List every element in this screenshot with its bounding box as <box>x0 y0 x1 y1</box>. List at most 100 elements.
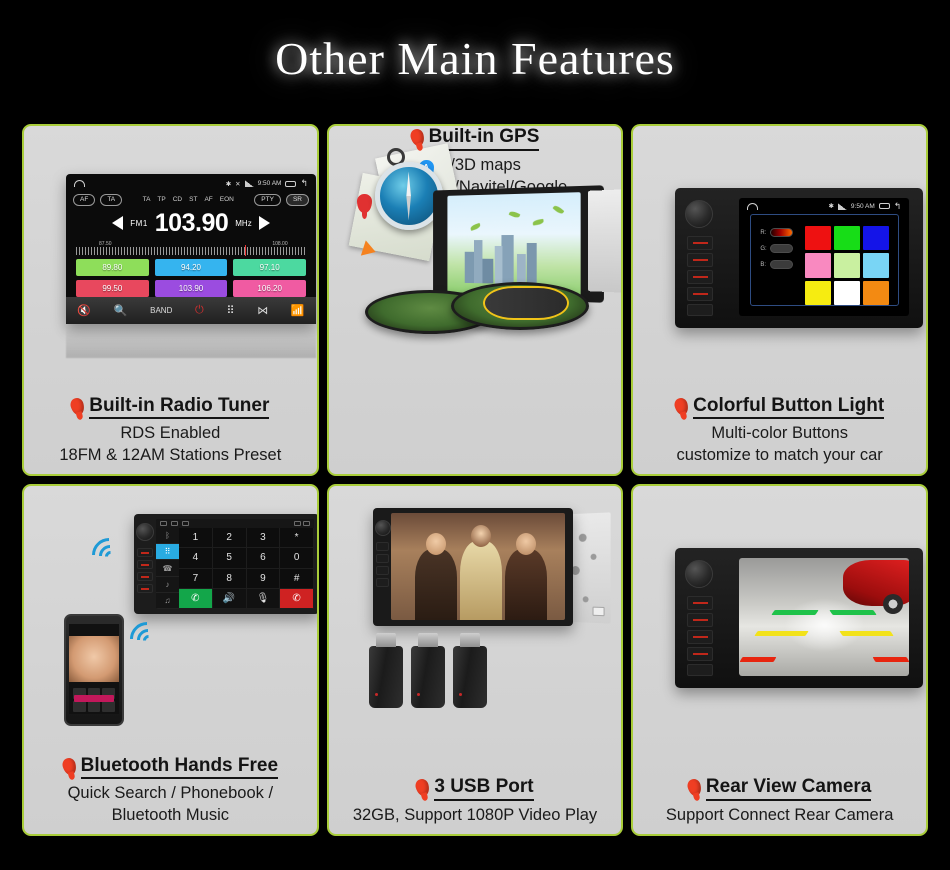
mute-icon[interactable]: 🔇 <box>77 304 91 317</box>
dial-key[interactable]: # <box>280 568 314 589</box>
dial-key[interactable]: 7 <box>179 568 213 589</box>
preset-button[interactable]: 89.80 <box>76 258 149 276</box>
equalizer-icon[interactable]: 📶 <box>291 304 305 317</box>
color-swatch[interactable] <box>834 253 861 278</box>
volume-knob[interactable] <box>136 523 154 541</box>
call-icon[interactable]: ✆ <box>179 588 213 609</box>
feature-card-button-light[interactable]: ✱ 9:50 AM ↰ R: G: B: Colorful Button Lig… <box>631 124 928 476</box>
side-button[interactable] <box>687 270 714 284</box>
phonebook-icon[interactable]: ☎ <box>156 560 179 577</box>
side-button[interactable] <box>687 664 714 676</box>
side-button[interactable] <box>137 584 153 593</box>
recent-apps-icon[interactable] <box>285 180 297 187</box>
guide-line-red-right <box>872 657 910 663</box>
usb-connector <box>375 633 396 647</box>
preset-button[interactable]: 103.90 <box>154 279 228 297</box>
bluetooth-icon[interactable]: ᛒ <box>156 528 179 545</box>
sr-button[interactable]: SR <box>285 194 309 206</box>
frequency-value: 103.90 <box>154 208 229 237</box>
preset-button[interactable]: 106.20 <box>233 279 306 297</box>
side-button[interactable] <box>687 647 714 661</box>
color-swatch[interactable] <box>805 226 832 251</box>
hangup-icon[interactable]: ✆ <box>280 588 314 609</box>
history-icon[interactable]: ♪ <box>156 577 179 593</box>
feature-card-bluetooth[interactable]: ᛒ ⠿ ☎ ♪ ♫ 1 2 3 * 4 5 6 0 7 8 9 # ✆ 🔊 🎙 … <box>22 484 319 836</box>
volume-knob[interactable] <box>374 520 391 536</box>
side-button[interactable] <box>687 236 714 250</box>
side-button[interactable] <box>687 613 714 627</box>
color-swatch[interactable] <box>863 226 890 251</box>
dial-key[interactable]: 8 <box>212 568 247 589</box>
tune-up-icon[interactable] <box>258 216 270 230</box>
music-icon[interactable]: ♫ <box>156 593 179 609</box>
color-swatch[interactable] <box>805 280 832 305</box>
preset-button[interactable]: 97.10 <box>233 258 306 276</box>
side-button[interactable] <box>375 566 389 575</box>
rds-tag-af: AF <box>204 196 213 204</box>
volume-icon[interactable]: 🔊 <box>212 588 247 609</box>
card-title: Colorful Button Light <box>693 395 885 420</box>
keypad-icon[interactable]: ⠿ <box>156 544 179 561</box>
keypad-icon[interactable]: ⠿ <box>226 304 234 317</box>
mic-icon[interactable]: 🎙 <box>246 588 281 609</box>
back-icon[interactable]: ↰ <box>894 201 902 212</box>
dial-key[interactable]: 9 <box>246 568 281 589</box>
side-button[interactable] <box>137 548 153 557</box>
dial-key[interactable]: 6 <box>246 548 281 569</box>
dial-key[interactable]: * <box>280 528 314 549</box>
side-button[interactable] <box>687 304 714 316</box>
preset-button[interactable]: 99.50 <box>76 279 149 297</box>
color-swatch[interactable] <box>834 226 861 251</box>
feature-card-usb[interactable]: 3 USB Port 32GB, Support 1080P Video Pla… <box>326 484 624 836</box>
feature-card-rear-camera[interactable]: Rear View Camera Support Connect Rear Ca… <box>631 484 928 836</box>
search-icon[interactable]: 🔍 <box>114 304 128 317</box>
slider-row-blue[interactable]: B: <box>760 260 794 269</box>
side-button[interactable] <box>375 542 389 551</box>
red-slider[interactable] <box>770 228 794 237</box>
af-button[interactable]: AF <box>73 194 96 206</box>
color-swatch[interactable] <box>805 253 832 278</box>
home-icon[interactable] <box>171 521 178 526</box>
shuffle-icon[interactable]: ⋈ <box>257 304 268 317</box>
preset-button[interactable]: 94.20 <box>154 258 228 276</box>
blue-slider[interactable] <box>770 260 794 269</box>
volume-knob[interactable] <box>685 200 714 228</box>
home-icon[interactable] <box>747 202 759 210</box>
dial-key[interactable]: 1 <box>179 528 213 549</box>
green-slider[interactable] <box>770 244 794 253</box>
dial-key[interactable]: 4 <box>179 548 213 569</box>
color-swatch[interactable] <box>863 280 890 305</box>
side-button[interactable] <box>687 596 714 610</box>
band-button[interactable]: BAND <box>150 306 172 315</box>
rds-tag-st: ST <box>189 196 198 204</box>
side-button[interactable] <box>137 560 153 569</box>
tune-down-icon[interactable] <box>112 216 124 230</box>
back-icon[interactable] <box>160 521 167 526</box>
recent-apps-icon[interactable] <box>182 521 189 526</box>
dial-key[interactable]: 0 <box>280 548 314 569</box>
home-icon[interactable] <box>74 180 85 187</box>
color-swatch[interactable] <box>834 280 861 305</box>
side-button[interactable] <box>687 630 714 644</box>
volume-knob[interactable] <box>685 560 714 588</box>
color-swatch[interactable] <box>863 253 890 278</box>
feature-card-gps[interactable]: A <box>326 124 624 476</box>
side-button[interactable] <box>375 554 389 563</box>
tuning-scale[interactable]: 87.50 108.00 <box>76 241 306 256</box>
side-button[interactable] <box>687 287 714 301</box>
power-icon[interactable]: ⏻ <box>195 304 204 317</box>
side-button[interactable] <box>137 572 153 581</box>
usb-stick <box>410 633 445 708</box>
slider-row-green[interactable]: G: <box>760 244 794 253</box>
dial-key[interactable]: 2 <box>212 528 247 549</box>
recent-apps-icon[interactable] <box>878 203 890 209</box>
slider-row-red[interactable]: R: <box>760 228 794 237</box>
dial-key[interactable]: 5 <box>212 548 247 569</box>
dial-key[interactable]: 3 <box>246 528 281 549</box>
side-button[interactable] <box>375 578 389 587</box>
ta-button[interactable]: TA <box>100 194 123 206</box>
side-button[interactable] <box>687 253 714 267</box>
pty-button[interactable]: PTY <box>254 194 281 206</box>
back-icon[interactable]: ↰ <box>300 178 308 189</box>
feature-card-radio[interactable]: ✱ ✕ 9:50 AM ↰ AF TA TA TP CD ST AF EON P… <box>22 124 319 476</box>
